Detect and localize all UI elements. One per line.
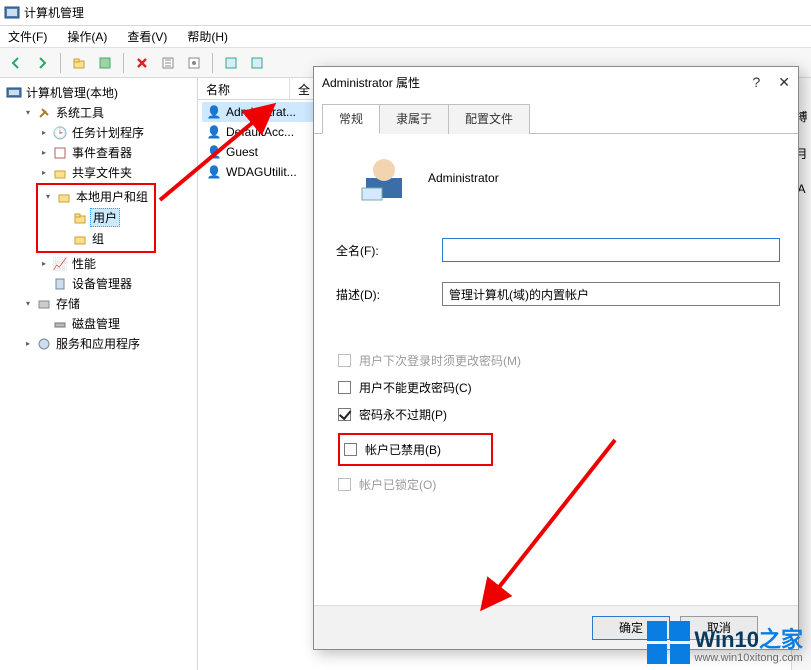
tree-users[interactable]: 用户 bbox=[56, 207, 152, 228]
users-folder-icon bbox=[56, 189, 72, 205]
fullname-input[interactable] bbox=[442, 238, 780, 262]
tree-shared-folders[interactable]: ▸共享文件夹 bbox=[36, 163, 195, 182]
tree-task-scheduler[interactable]: ▸🕒任务计划程序 bbox=[36, 123, 195, 142]
checkbox-change-next-logon: 用户下次登录时须更改密码(M) bbox=[338, 352, 780, 369]
user-icon: 👤 bbox=[206, 164, 222, 180]
show-icon[interactable] bbox=[93, 51, 117, 75]
watermark: Win10之家 www.win10xitong.com bbox=[647, 621, 803, 664]
close-button[interactable]: ✕ bbox=[778, 74, 790, 91]
chevron-right-icon[interactable]: ▸ bbox=[38, 147, 50, 159]
user-icon: 👤 bbox=[206, 144, 222, 160]
folder-icon bbox=[72, 231, 88, 247]
tree-performance[interactable]: ▸📈性能 bbox=[36, 254, 195, 273]
checkbox-account-disabled-row[interactable]: 帐户已禁用(B) bbox=[338, 433, 780, 466]
delete-icon[interactable] bbox=[130, 51, 154, 75]
description-input[interactable] bbox=[442, 282, 780, 306]
tree-groups[interactable]: 组 bbox=[56, 229, 152, 248]
tab-general[interactable]: 常规 bbox=[322, 104, 380, 134]
tools-icon bbox=[36, 105, 52, 121]
checkbox-icon bbox=[338, 354, 351, 367]
back-icon[interactable] bbox=[4, 51, 28, 75]
computer-icon bbox=[6, 85, 22, 101]
refresh-icon[interactable] bbox=[156, 51, 180, 75]
win10-logo-icon bbox=[647, 621, 690, 664]
app-icon bbox=[4, 5, 20, 21]
checkbox-icon[interactable] bbox=[344, 443, 357, 456]
help-button[interactable]: ? bbox=[752, 74, 760, 91]
highlight-local-users: ▾本地用户和组 用户 组 bbox=[36, 183, 156, 253]
chevron-right-icon[interactable]: ▸ bbox=[38, 167, 50, 179]
checkbox-checked-icon[interactable] bbox=[338, 408, 351, 421]
highlight-account-disabled: 帐户已禁用(B) bbox=[338, 433, 493, 466]
dialog-tabs: 常规 隶属于 配置文件 bbox=[314, 97, 798, 134]
checkbox-icon bbox=[338, 478, 351, 491]
dialog-titlebar: Administrator 属性 ? ✕ bbox=[314, 67, 798, 97]
menu-file[interactable]: 文件(F) bbox=[4, 26, 51, 47]
dialog-username: Administrator bbox=[428, 171, 499, 185]
tree-services[interactable]: ▸服务和应用程序 bbox=[20, 334, 195, 353]
chevron-down-icon[interactable]: ▾ bbox=[42, 191, 54, 203]
properties-icon[interactable] bbox=[182, 51, 206, 75]
disk-icon bbox=[52, 316, 68, 332]
tree-local-users-groups[interactable]: ▾本地用户和组 bbox=[40, 187, 152, 206]
dialog-title: Administrator 属性 bbox=[322, 74, 420, 91]
storage-icon bbox=[36, 296, 52, 312]
tree-event-viewer[interactable]: ▸事件查看器 bbox=[36, 143, 195, 162]
menu-view[interactable]: 查看(V) bbox=[123, 26, 171, 47]
window-title: 计算机管理 bbox=[24, 4, 84, 21]
nav-tree[interactable]: 计算机管理(本地) ▾ 系统工具 ▸🕒任务计划程序 ▸事件查看器 ▸共享文件夹 bbox=[0, 78, 198, 670]
tab-profile[interactable]: 配置文件 bbox=[448, 104, 530, 134]
user-large-icon bbox=[360, 154, 408, 202]
properties-dialog: Administrator 属性 ? ✕ 常规 隶属于 配置文件 Adminis… bbox=[313, 66, 799, 650]
chevron-down-icon[interactable]: ▾ bbox=[22, 298, 34, 310]
user-icon: 👤 bbox=[206, 104, 222, 120]
chevron-right-icon[interactable]: ▸ bbox=[38, 127, 50, 139]
user-icon: 👤 bbox=[206, 124, 222, 140]
share-icon bbox=[52, 165, 68, 181]
dialog-body: Administrator 全名(F): 描述(D): 用户下次登录时须更改密码… bbox=[314, 134, 798, 605]
chevron-right-icon[interactable]: ▸ bbox=[38, 258, 50, 270]
description-label: 描述(D): bbox=[332, 286, 424, 303]
menu-help[interactable]: 帮助(H) bbox=[183, 26, 232, 47]
help-icon[interactable] bbox=[219, 51, 243, 75]
tab-member-of[interactable]: 隶属于 bbox=[379, 104, 449, 134]
folder-open-icon bbox=[72, 210, 88, 226]
checkbox-cannot-change[interactable]: 用户不能更改密码(C) bbox=[338, 379, 780, 396]
fullname-label: 全名(F): bbox=[332, 242, 424, 259]
menu-action[interactable]: 操作(A) bbox=[63, 26, 111, 47]
chevron-right-icon[interactable]: ▸ bbox=[22, 338, 34, 350]
tree-storage[interactable]: ▾存储 bbox=[20, 294, 195, 313]
tree-system-tools[interactable]: ▾ 系统工具 bbox=[20, 103, 195, 122]
tree-disk-mgmt[interactable]: 磁盘管理 bbox=[36, 314, 195, 333]
device-icon bbox=[52, 276, 68, 292]
menubar: 文件(F) 操作(A) 查看(V) 帮助(H) bbox=[0, 26, 811, 48]
list-icon[interactable] bbox=[245, 51, 269, 75]
tree-device-manager[interactable]: 设备管理器 bbox=[36, 274, 195, 293]
checkbox-icon[interactable] bbox=[338, 381, 351, 394]
main-titlebar: 计算机管理 bbox=[0, 0, 811, 26]
forward-icon[interactable] bbox=[30, 51, 54, 75]
perf-icon: 📈 bbox=[52, 256, 68, 272]
services-icon bbox=[36, 336, 52, 352]
checkbox-never-expire[interactable]: 密码永不过期(P) bbox=[338, 406, 780, 423]
clock-icon: 🕒 bbox=[52, 125, 68, 141]
checkbox-account-locked: 帐户已锁定(O) bbox=[338, 476, 780, 493]
event-icon bbox=[52, 145, 68, 161]
col-name[interactable]: 名称 bbox=[198, 78, 290, 99]
up-icon[interactable] bbox=[67, 51, 91, 75]
tree-root[interactable]: 计算机管理(本地) bbox=[4, 83, 195, 102]
chevron-down-icon[interactable]: ▾ bbox=[22, 107, 34, 119]
